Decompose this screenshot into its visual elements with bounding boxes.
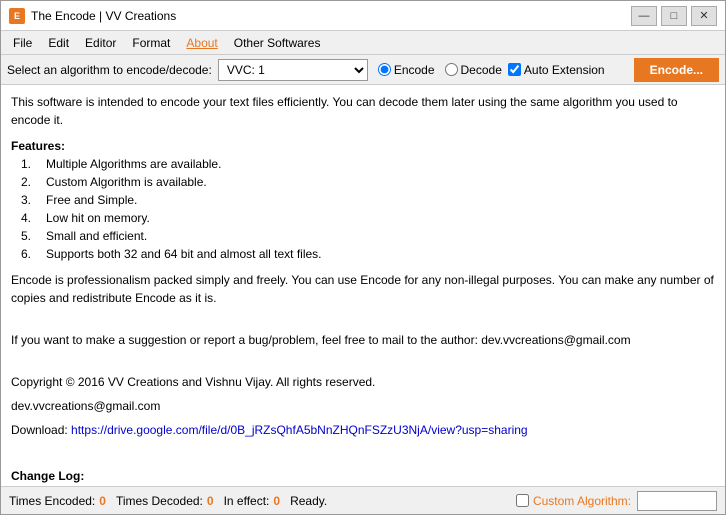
close-button[interactable]: ✕ xyxy=(691,6,717,26)
list-item: 5.Small and efficient. xyxy=(21,227,715,245)
download-text: Download: https://drive.google.com/file/… xyxy=(11,421,715,439)
times-encoded-value: 0 xyxy=(99,494,106,508)
ready-label: Ready. xyxy=(290,494,327,508)
encode-radio-label[interactable]: Encode xyxy=(378,63,435,77)
in-effect-label: In effect: xyxy=(224,494,270,508)
changelog-label: Change Log: xyxy=(11,469,84,483)
suggestion-text: If you want to make a suggestion or repo… xyxy=(11,331,715,349)
decode-radio[interactable] xyxy=(445,63,458,76)
features-section: Features: 1.Multiple Algorithms are avai… xyxy=(11,137,715,263)
menu-other-softwares[interactable]: Other Softwares xyxy=(226,32,329,54)
times-encoded-label: Times Encoded: xyxy=(9,494,95,508)
features-label: Features: xyxy=(11,139,65,153)
window-title: The Encode | VV Creations xyxy=(31,9,631,23)
changelog: Change Log: Version 1.5 + Added Hide/Rev… xyxy=(11,467,715,486)
custom-algorithm-checkbox[interactable] xyxy=(516,494,529,507)
main-window: E The Encode | VV Creations — □ ✕ File E… xyxy=(0,0,726,515)
menu-about[interactable]: About xyxy=(178,32,225,54)
menu-bar: File Edit Editor Format About Other Soft… xyxy=(1,31,725,55)
list-item: 2.Custom Algorithm is available. xyxy=(21,173,715,191)
algorithm-select[interactable]: VVC: 1 xyxy=(218,59,368,81)
list-item: 4.Low hit on memory. xyxy=(21,209,715,227)
decode-radio-label[interactable]: Decode xyxy=(445,63,502,77)
in-effect: In effect: 0 xyxy=(224,494,281,508)
auto-extension-label[interactable]: Auto Extension xyxy=(508,63,605,77)
app-icon: E xyxy=(9,8,25,24)
menu-edit[interactable]: Edit xyxy=(40,32,77,54)
encode-decode-group: Encode Decode xyxy=(378,63,502,77)
intro-text: This software is intended to encode your… xyxy=(11,93,715,129)
encode-radio[interactable] xyxy=(378,63,391,76)
encode-radio-text: Encode xyxy=(394,63,435,77)
promo-text: Encode is professionalism packed simply … xyxy=(11,271,715,307)
encode-button[interactable]: Encode... xyxy=(634,58,719,82)
custom-algorithm-label: Custom Algorithm: xyxy=(533,494,631,508)
toolbar: Select an algorithm to encode/decode: VV… xyxy=(1,55,725,85)
times-encoded: Times Encoded: 0 xyxy=(9,494,106,508)
custom-algorithm-input[interactable] xyxy=(637,491,717,511)
menu-file[interactable]: File xyxy=(5,32,40,54)
download-label: Download: xyxy=(11,423,68,437)
menu-format[interactable]: Format xyxy=(124,32,178,54)
auto-extension-text: Auto Extension xyxy=(524,63,605,77)
menu-editor[interactable]: Editor xyxy=(77,32,124,54)
list-item: 3.Free and Simple. xyxy=(21,191,715,209)
email-text: dev.vvcreations@gmail.com xyxy=(11,397,715,415)
custom-algorithm-checkbox-label[interactable]: Custom Algorithm: xyxy=(516,494,631,508)
title-bar: E The Encode | VV Creations — □ ✕ xyxy=(1,1,725,31)
list-item: 1.Multiple Algorithms are available. xyxy=(21,155,715,173)
status-right: Custom Algorithm: xyxy=(516,491,717,511)
download-link[interactable]: https://drive.google.com/file/d/0B_jRZsQ… xyxy=(71,423,528,437)
times-decoded-label: Times Decoded: xyxy=(116,494,203,508)
times-decoded: Times Decoded: 0 xyxy=(116,494,214,508)
status-bar: Times Encoded: 0 Times Decoded: 0 In eff… xyxy=(1,486,725,514)
decode-radio-text: Decode xyxy=(461,63,502,77)
minimize-button[interactable]: — xyxy=(631,6,657,26)
window-controls: — □ ✕ xyxy=(631,6,717,26)
maximize-button[interactable]: □ xyxy=(661,6,687,26)
ready-status: Ready. xyxy=(290,494,327,508)
in-effect-value: 0 xyxy=(273,494,280,508)
times-decoded-value: 0 xyxy=(207,494,214,508)
copyright-text: Copyright © 2016 VV Creations and Vishnu… xyxy=(11,373,715,391)
content-area: This software is intended to encode your… xyxy=(1,85,725,486)
auto-extension-checkbox[interactable] xyxy=(508,63,521,76)
algo-label: Select an algorithm to encode/decode: xyxy=(7,63,212,77)
features-list: 1.Multiple Algorithms are available. 2.C… xyxy=(21,155,715,263)
list-item: 6.Supports both 32 and 64 bit and almost… xyxy=(21,245,715,263)
